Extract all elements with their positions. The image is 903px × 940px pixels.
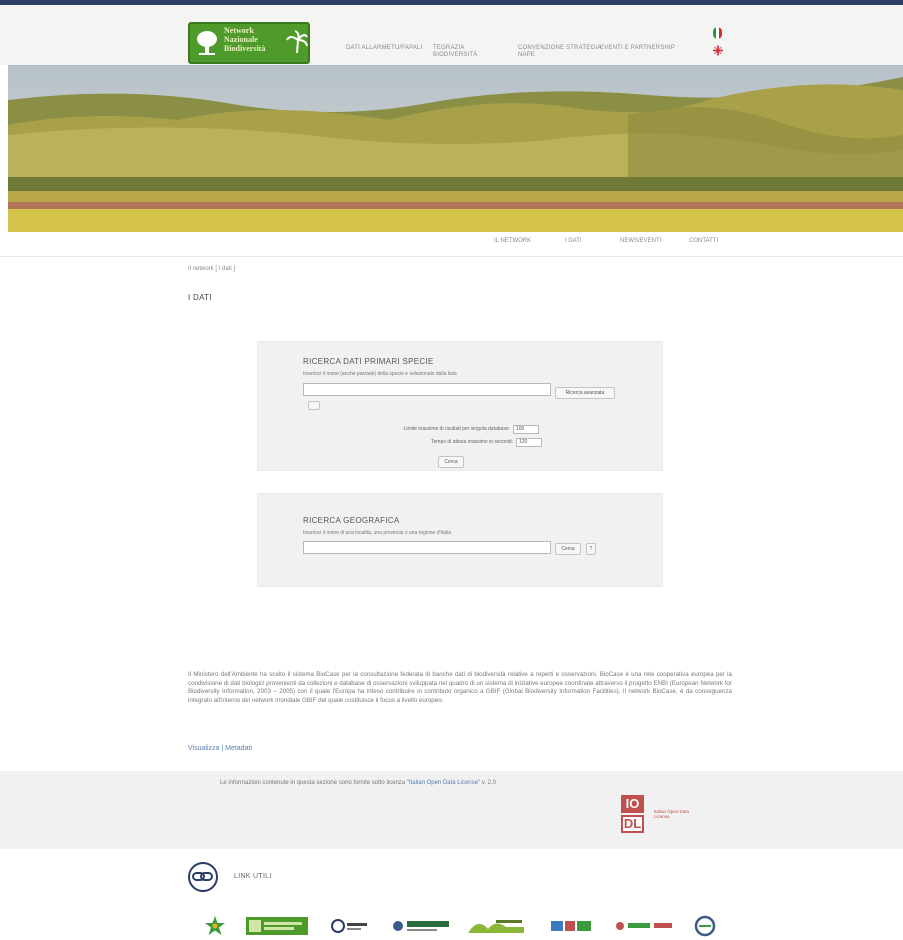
top-nav-item-strategia[interactable]: CONVENZIONE STRATEGIA NAPE — [518, 45, 601, 59]
top-nav-sublabel: BIODIVERSITÀ — [433, 52, 478, 58]
geo-search-input[interactable] — [303, 541, 551, 554]
links-label: LINK UTILI — [234, 873, 272, 880]
ispra-logo[interactable] — [330, 915, 370, 937]
top-nav-label: DATI ALLARMETU/FAPALI — [346, 45, 423, 51]
logo-line-2: Nazionale — [224, 35, 258, 44]
timeout-field[interactable]: 120 — [516, 438, 542, 447]
top-nav-label: CONVENZIONE STRATEGIA — [518, 45, 602, 51]
species-search-hint: Inserisci il nome (anche parziale) della… — [303, 371, 457, 377]
hero-landscape-image — [8, 65, 903, 232]
iodl-badge-bottom: DL — [621, 815, 644, 833]
page-title: I DATI — [188, 293, 212, 302]
top-nav-item-eventi[interactable]: EVENTI E PARTNERSHIP — [600, 45, 675, 52]
species-small-button[interactable] — [308, 401, 320, 410]
species-search-panel: RICERCA DATI PRIMARI SPECIE Inserisci il… — [257, 341, 663, 471]
top-nav-item-biodiversita[interactable]: TEGRAZIA BIODIVERSITÀ — [433, 45, 477, 59]
iodl-logo[interactable]: IO DL — [621, 795, 651, 835]
timeout-label: Tempo di attesa massimo in secondi: — [431, 439, 513, 445]
logo-text: Network Nazionale Biodiversità — [224, 26, 284, 53]
biodiversity-logo[interactable] — [466, 915, 526, 937]
geo-help-button[interactable]: ? — [586, 543, 596, 555]
license-link[interactable]: Italian Open Data License — [409, 780, 478, 786]
top-nav-label: EVENTI E PARTNERSHIP — [600, 45, 676, 51]
top-nav-label: TEGRAZIA — [433, 45, 465, 51]
visualizza-link[interactable]: Visualizza — [188, 745, 219, 752]
license-prefix: Le informazioni contenute in questa sezi… — [220, 780, 407, 786]
breadcrumb[interactable]: Il network [ I dati ] — [188, 266, 235, 272]
opendata-link-icon[interactable] — [188, 862, 218, 892]
geo-search-hint: Inserisci il nome di una località, una p… — [303, 530, 451, 536]
iodl-tagline: Italian Open Data License — [654, 809, 690, 819]
gbif-logo[interactable] — [693, 915, 717, 937]
subnav-il-network[interactable]: IL NETWORK — [494, 238, 531, 244]
species-search-title: RICERCA DATI PRIMARI SPECIE — [303, 357, 434, 366]
subnav-divider — [0, 256, 903, 257]
top-nav-item-dati[interactable]: DATI ALLARMETU/FAPALI — [346, 45, 422, 52]
license-suffix: v. 2.0 — [480, 780, 497, 786]
subnav-news-eventi[interactable]: NEWS/EVENTI — [620, 238, 661, 244]
geo-search-panel: RICERCA GEOGRAFICA Inserisci il nome di … — [257, 493, 663, 587]
geo-search-title: RICERCA GEOGRAFICA — [303, 516, 400, 525]
subnav-contatti[interactable]: CONTATTI — [689, 238, 718, 244]
limit-field[interactable]: 100 — [513, 425, 539, 434]
species-search-input[interactable] — [303, 383, 551, 396]
license-text: Le informazioni contenute in questa sezi… — [220, 780, 497, 786]
logo-line-3: Biodiversità — [224, 44, 266, 53]
italian-flag-icon[interactable] — [713, 27, 722, 39]
site-header: Network Nazionale Biodiversità DATI ALLA… — [0, 5, 903, 65]
logo-line-1: Network — [224, 26, 254, 35]
eco-logo[interactable] — [549, 915, 593, 937]
star-logo[interactable] — [204, 915, 226, 937]
iodl-badge-top: IO — [621, 795, 644, 813]
biodiversita-logo[interactable] — [614, 915, 676, 937]
network-biodiversita-logo[interactable] — [246, 915, 308, 937]
top-nav-sublabel: NAPE — [518, 52, 536, 58]
links-row: Visualizza | Metadati — [188, 745, 252, 752]
species-submit-button[interactable]: Cerca — [438, 456, 464, 468]
tree-icon — [197, 31, 217, 55]
description-text: Il Ministero dell'Ambiente ha scelto il … — [188, 671, 732, 704]
subnav-i-dati[interactable]: I DATI — [565, 238, 582, 244]
ministero-logo[interactable] — [391, 915, 453, 937]
metadati-link[interactable]: Metadati — [225, 745, 252, 752]
uk-flag-icon[interactable] — [713, 45, 723, 56]
advanced-search-button[interactable]: Ricerca avanzata — [555, 387, 615, 399]
site-logo[interactable]: Network Nazionale Biodiversità — [188, 22, 310, 64]
geo-search-button[interactable]: Cerca — [555, 543, 581, 555]
limit-label: Limite massimo di risultati per singola … — [403, 426, 510, 432]
palm-icon — [286, 30, 308, 54]
chain-link-icon — [192, 872, 213, 881]
